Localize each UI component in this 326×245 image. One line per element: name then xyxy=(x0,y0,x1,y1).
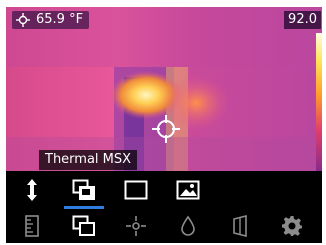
settings-button[interactable] xyxy=(266,209,318,243)
toolbar-bottom-row xyxy=(6,209,322,243)
image-mode-label: Thermal MSX xyxy=(39,150,138,170)
picture-icon xyxy=(176,180,200,200)
vertical-arrows-icon xyxy=(27,179,37,201)
image-mode-icon xyxy=(72,215,95,236)
spot-meter-icon xyxy=(126,216,146,236)
water-drop-icon xyxy=(181,215,195,236)
emissivity-button[interactable] xyxy=(214,209,266,243)
scale-max-value: 92.0 xyxy=(284,11,321,29)
vertical-arrows-button[interactable] xyxy=(6,173,58,207)
spot-temperature-readout: 65.9 °F xyxy=(12,11,90,29)
camera-screen: 65.9 °F 92.0 Thermal MSX xyxy=(6,7,322,243)
toolbar xyxy=(6,171,322,243)
water-drop-button[interactable] xyxy=(162,209,214,243)
temperature-scale-bar xyxy=(316,33,322,171)
spot-meter-button[interactable] xyxy=(110,209,162,243)
measure-ruler-icon xyxy=(25,215,39,237)
image-mode-icon xyxy=(72,179,95,200)
toolbar-top-row xyxy=(6,173,322,209)
crosshair-icon xyxy=(16,13,30,27)
gear-icon xyxy=(282,216,302,236)
image-mode-button-2[interactable] xyxy=(58,209,110,243)
image-mode-button[interactable] xyxy=(58,173,110,209)
thermal-image xyxy=(6,7,322,171)
rectangle-icon xyxy=(124,180,148,200)
emissivity-icon xyxy=(233,215,247,237)
temperature-value: 65.9 °F xyxy=(36,12,84,27)
measure-ruler-button[interactable] xyxy=(6,209,58,243)
rectangle-button[interactable] xyxy=(110,173,162,207)
picture-button[interactable] xyxy=(162,173,214,207)
